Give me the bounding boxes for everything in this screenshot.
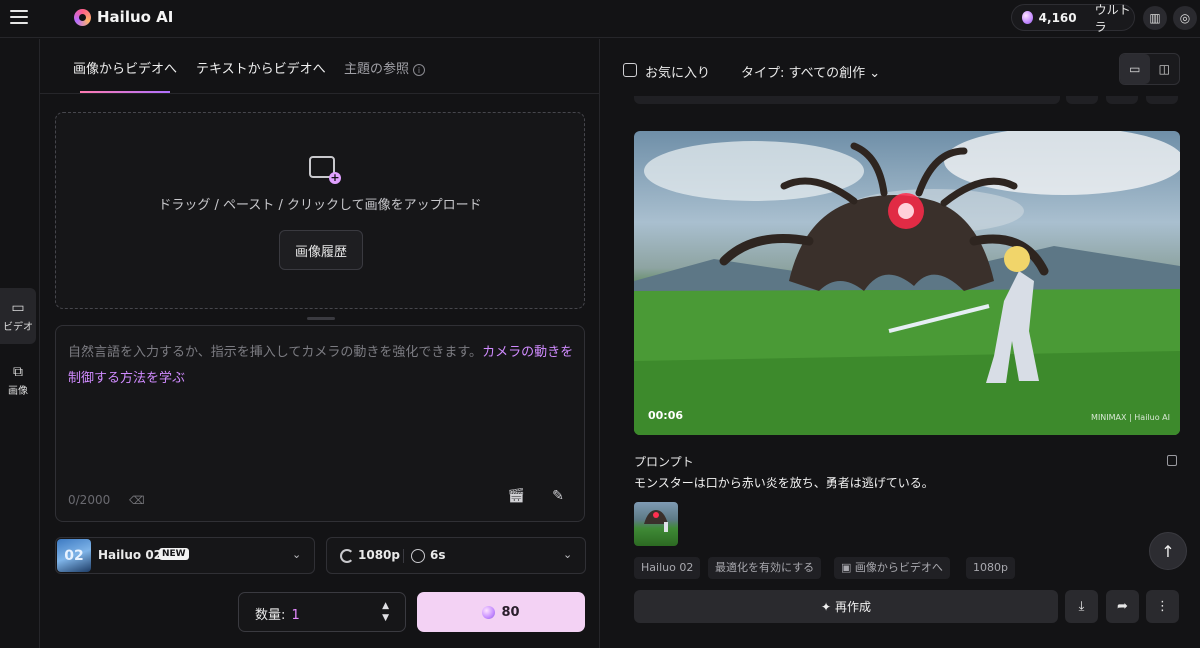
tag-mode-label: 画像からビデオへ	[854, 561, 943, 574]
creation-panel: 画像からビデオへ テキストからビデオへ 主題の参照i ドラッグ / ペースト /…	[40, 39, 600, 648]
video-timestamp: 00:06	[648, 409, 684, 422]
quantity-value: 1	[291, 608, 300, 623]
image-icon: ▣	[841, 561, 855, 574]
share-button[interactable]: ➦	[1106, 590, 1139, 623]
previous-item-remnant	[634, 96, 1060, 104]
video-watermark: MINIMAX | Hailuo AI	[1091, 413, 1170, 422]
hamburger-menu-icon[interactable]	[10, 10, 28, 26]
app-logo[interactable]: Hailuo AI	[74, 8, 173, 26]
download-icon: ⤓	[1078, 599, 1085, 614]
prompt-heading: プロンプト	[634, 455, 694, 469]
avatar[interactable]: ◎	[1173, 6, 1197, 30]
active-tab-indicator	[80, 91, 170, 93]
duration-value: 6s	[430, 548, 446, 562]
credits-pill[interactable]: 4,160 ウルトラ	[1011, 3, 1135, 34]
credits-count: 4,160	[1038, 10, 1077, 25]
favorites-label[interactable]: お気に入り	[645, 62, 710, 81]
video-plus-icon: ▭	[11, 299, 25, 316]
sidenav-item-label: ビデオ	[3, 321, 33, 333]
remake-button[interactable]: ✦ 再作成	[634, 590, 1058, 623]
download-button[interactable]: ⤓	[1065, 590, 1098, 623]
view-toggle: ▭ ◫	[1119, 53, 1180, 85]
quantity-stepper[interactable]: 数量: 1 ▲ ▼	[238, 592, 406, 632]
tag-mode: ▣ 画像からビデオへ	[834, 557, 950, 579]
stepper-arrows-icon[interactable]: ▲ ▼	[382, 600, 389, 624]
model-thumbnail: 02	[57, 539, 91, 572]
chevron-down-icon: ⌄	[563, 548, 573, 561]
gem-icon	[1022, 11, 1033, 24]
chevron-down-icon: ⌄	[869, 66, 881, 81]
divider	[403, 549, 404, 563]
video-frame	[634, 131, 1180, 435]
arrow-up-icon: ↑	[1161, 541, 1175, 561]
sidenav-item-image[interactable]: ⧉ 画像	[0, 352, 36, 408]
clock-icon	[411, 549, 425, 563]
resolution-icon	[340, 549, 354, 563]
quantity-label: 数量: 1	[255, 604, 300, 623]
reference-image-thumbnail[interactable]	[634, 502, 678, 546]
type-filter-dropdown[interactable]: タイプ: すべての創作 ⌄	[741, 62, 880, 81]
sparkle-icon: ✦	[820, 599, 832, 614]
tab-subject-reference[interactable]: 主題の参照 i	[344, 58, 426, 77]
prompt-placeholder: 自然言語を入力するか、指示を挿入してカメラの動きを強化できます。カメラの動きを制…	[68, 340, 580, 392]
scroll-to-top-button[interactable]: ↑	[1149, 532, 1187, 570]
mode-tabs: 画像からビデオへ テキストからビデオへ 主題の参照 i	[40, 39, 600, 94]
video-player[interactable]: 00:06 MINIMAX | Hailuo AI	[634, 131, 1180, 435]
previous-item-remnant	[1106, 96, 1138, 104]
tag-resolution: 1080p	[966, 557, 1015, 579]
tab-text-to-video[interactable]: テキストからビデオへ	[196, 58, 326, 77]
char-count: 0/2000	[68, 493, 111, 507]
thumbnail-frame	[644, 510, 668, 532]
quantity-label-text: 数量:	[255, 608, 286, 623]
model-selector[interactable]: 02 Hailuo 02 NEW ⌄	[55, 537, 315, 574]
prompt-input[interactable]: 自然言語を入力するか、指示を挿入してカメラの動きを強化できます。カメラの動きを制…	[55, 325, 585, 522]
remake-label: 再作成	[835, 600, 872, 614]
prompt-enhance-icon[interactable]: ✎	[548, 486, 568, 506]
video-settings-selector[interactable]: 1080p 6s ⌄	[326, 537, 586, 574]
share-icon: ➦	[1117, 599, 1128, 614]
image-history-button[interactable]: 画像履歴	[279, 230, 363, 270]
more-icon: ⋮	[1156, 599, 1169, 614]
generate-cost: 80	[501, 604, 520, 620]
single-view-icon[interactable]: ▭	[1120, 54, 1150, 84]
favorites-checkbox[interactable]	[623, 63, 637, 77]
tag-model: Hailuo 02	[634, 557, 701, 579]
more-options-button[interactable]: ⋮	[1146, 590, 1179, 623]
tag-optimization: 最適化を有効にする	[708, 557, 822, 579]
resize-handle[interactable]	[307, 317, 335, 320]
side-nav: ▭ ビデオ ⧉ 画像	[0, 39, 40, 648]
app-name: Hailuo AI	[97, 8, 174, 26]
model-name: Hailuo 02	[98, 548, 163, 562]
gem-icon	[482, 605, 496, 619]
sidenav-item-label: 画像	[8, 385, 28, 397]
gallery-panel: お気に入り タイプ: すべての創作 ⌄ ▭ ◫ 00:06 MINIMAX | …	[601, 39, 1200, 648]
book-icon[interactable]: ▥	[1143, 6, 1167, 30]
tab-label: 主題の参照	[344, 62, 410, 77]
plan-label: ウルトラ	[1094, 2, 1131, 34]
image-gen-icon: ⧉	[13, 363, 23, 380]
previous-item-remnant	[1146, 96, 1178, 104]
tab-image-to-video[interactable]: 画像からビデオへ	[73, 58, 177, 77]
resolution-value: 1080p	[358, 548, 400, 562]
chevron-down-icon: ⌄	[292, 548, 302, 561]
image-upload-dropzone[interactable]: ドラッグ / ペースト / クリックして画像をアップロード 画像履歴	[55, 112, 585, 309]
prompt-text: モンスターは口から赤い炎を放ち、勇者は逃げている。	[634, 476, 934, 490]
new-badge: NEW	[159, 548, 189, 560]
top-header: Hailuo AI 4,160 ウルトラ ▥ ◎	[0, 0, 1200, 38]
logo-mark-icon	[74, 8, 91, 26]
generate-button[interactable]: 80	[417, 592, 585, 632]
type-filter-label: タイプ: すべての創作	[741, 66, 866, 81]
add-image-icon	[309, 156, 341, 184]
info-icon[interactable]: i	[413, 64, 426, 76]
previous-item-remnant	[1066, 96, 1098, 104]
upload-instruction: ドラッグ / ペースト / クリックして画像をアップロード	[158, 198, 482, 213]
copy-icon[interactable]	[1167, 455, 1177, 466]
prompt-placeholder-text: 自然言語を入力するか、指示を挿入してカメラの動きを強化できます。	[68, 345, 483, 360]
clear-prompt-icon[interactable]: ⌫	[129, 494, 145, 507]
split-view-icon[interactable]: ◫	[1150, 54, 1180, 84]
camera-movement-icon[interactable]: 🎬︎	[506, 486, 526, 506]
sidenav-item-video[interactable]: ▭ ビデオ	[0, 288, 36, 344]
